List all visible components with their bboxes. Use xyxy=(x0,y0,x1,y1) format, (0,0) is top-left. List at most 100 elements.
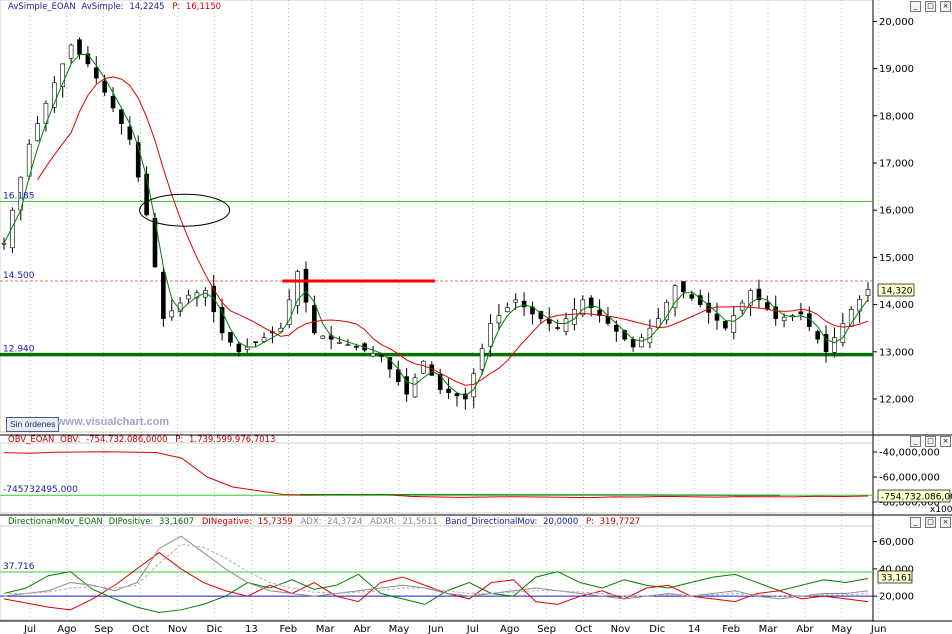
candle-body xyxy=(513,299,518,303)
candle-body xyxy=(630,339,636,348)
dmi-last-tag: 33,161 xyxy=(877,570,913,584)
candle-body xyxy=(412,377,418,398)
candle-body xyxy=(421,360,426,374)
candle-body xyxy=(471,373,477,398)
y-tick-label: 12,000 xyxy=(879,394,914,405)
candle-body xyxy=(555,327,560,329)
watermark: www.visualchart.com xyxy=(57,416,170,428)
candle-body xyxy=(85,53,91,65)
obv-level-label: -745732495.000 xyxy=(3,485,78,495)
month-label-Oct: Oct xyxy=(575,624,592,634)
month-label-Abr: Abr xyxy=(353,624,371,634)
svg-text:14,320: 14,320 xyxy=(881,287,913,297)
price-panel-bg xyxy=(0,0,873,432)
price-y-ticks: 20,000 19,000 18,000 17,000 16,000 15,000 14,0… xyxy=(873,17,914,405)
candle-body xyxy=(723,321,728,329)
candle-body xyxy=(454,393,460,397)
close-button[interactable]: × xyxy=(940,1,951,12)
maximize-button[interactable]: □ xyxy=(925,1,936,12)
candle-body xyxy=(312,305,317,334)
y-tick-label: 19,000 xyxy=(879,64,914,75)
candle-body xyxy=(110,96,116,109)
dmi-minimize-button[interactable]: _ xyxy=(910,517,921,528)
orders-status-button[interactable]: Sin órdenes xyxy=(6,417,60,432)
candle-body xyxy=(446,388,451,393)
month-label-Mar: Mar xyxy=(759,624,779,634)
candle-body xyxy=(186,294,191,300)
dmi-level-label: 37.716 xyxy=(3,562,35,572)
price-level-label: 14.500 xyxy=(3,271,35,281)
candle-body xyxy=(639,337,644,348)
candle-body xyxy=(781,316,787,322)
dmi-series-line xyxy=(3,551,869,611)
chart-canvas: 20,000 19,000 18,000 17,000 16,000 15,000 14,0… xyxy=(0,0,952,634)
candle-body xyxy=(563,318,569,333)
month-label-Ago: Ago xyxy=(500,624,519,634)
dmi-maximize-button[interactable]: □ xyxy=(925,517,936,528)
obv-scale-note: x10000 xyxy=(930,505,952,515)
dmi-close-button[interactable]: × xyxy=(940,517,951,528)
y-tick-label: 13,000 xyxy=(879,347,914,358)
obv-maximize-button[interactable]: □ xyxy=(925,436,936,447)
obv-line xyxy=(3,451,869,499)
candle-body xyxy=(102,80,107,93)
candle-body xyxy=(605,316,611,324)
y-tick-label: 15,000 xyxy=(879,253,914,264)
candle-body xyxy=(815,331,820,340)
candle-body xyxy=(144,173,149,216)
month-label-Dic: Dic xyxy=(207,624,223,634)
candle-body xyxy=(832,337,837,353)
month-label-14: 14 xyxy=(688,624,701,634)
month-label-Sep: Sep xyxy=(537,624,556,634)
candle-body xyxy=(865,289,871,296)
svg-text:-754.732.086,000: -754.732.086,000 xyxy=(881,493,952,503)
dmi-header: DirectionanMov_EOAN DIPositive: 33,1607 … xyxy=(8,517,640,527)
candle-body xyxy=(169,310,175,318)
candle-body xyxy=(354,346,359,348)
candle-body xyxy=(253,341,258,343)
candle-body xyxy=(345,344,351,346)
y-tick-label: 20,000 xyxy=(879,17,914,28)
candle-body xyxy=(580,299,586,316)
candle-body xyxy=(77,39,82,55)
month-labels: Jul Ago Sep Oct Nov Dic 13 Feb Mar Abr May Jun Jul Ag… xyxy=(23,624,887,634)
month-label-Sep: Sep xyxy=(94,624,113,634)
month-label-13: 13 xyxy=(245,624,258,634)
price-level-label: 12.940 xyxy=(3,345,35,355)
candle-body xyxy=(840,323,846,343)
month-label-Oct: Oct xyxy=(132,624,149,634)
candle-body xyxy=(798,311,804,315)
month-label-Nov: Nov xyxy=(611,624,631,634)
y-tick-label: 18,000 xyxy=(879,111,914,122)
minimize-button[interactable]: _ xyxy=(910,1,921,12)
month-label-Mar: Mar xyxy=(316,624,336,634)
candle-body xyxy=(303,268,309,303)
candle-body xyxy=(765,302,770,310)
candle-body xyxy=(505,307,510,313)
dmi-panel: 60,00040,00020,00037.716 xyxy=(0,535,914,614)
y-tick-label: 16,000 xyxy=(879,206,914,217)
candle-body xyxy=(320,335,326,339)
y-tick-label: 17,000 xyxy=(879,159,914,170)
month-label-May: May xyxy=(831,624,852,634)
candle-body xyxy=(731,315,737,333)
month-label-Jun: Jun xyxy=(870,624,887,634)
candle-body xyxy=(93,67,99,79)
obv-tick-label: -60,000,000 xyxy=(879,473,940,484)
dmi-tick-label: 60,000 xyxy=(879,537,914,548)
dmi-tick-label: 20,000 xyxy=(879,592,914,603)
candle-body xyxy=(681,281,686,293)
obv-header: OBV_EOAN OBV: -754.732.086,0000 P: 1.739… xyxy=(8,435,276,445)
candle-body xyxy=(370,353,376,357)
month-label-Jun: Jun xyxy=(427,624,444,634)
month-label-Jul: Jul xyxy=(23,624,36,634)
obv-close-button[interactable]: × xyxy=(940,436,951,447)
candle-body xyxy=(1,242,7,245)
month-label-Feb: Feb xyxy=(722,624,740,634)
obv-tick-label: -40,000,000 xyxy=(879,448,940,459)
candle-body xyxy=(479,348,485,370)
candle-body xyxy=(261,337,267,342)
candle-body xyxy=(119,109,124,124)
price-last-tag: 14,320 xyxy=(877,283,915,297)
obv-minimize-button[interactable]: _ xyxy=(910,436,921,447)
